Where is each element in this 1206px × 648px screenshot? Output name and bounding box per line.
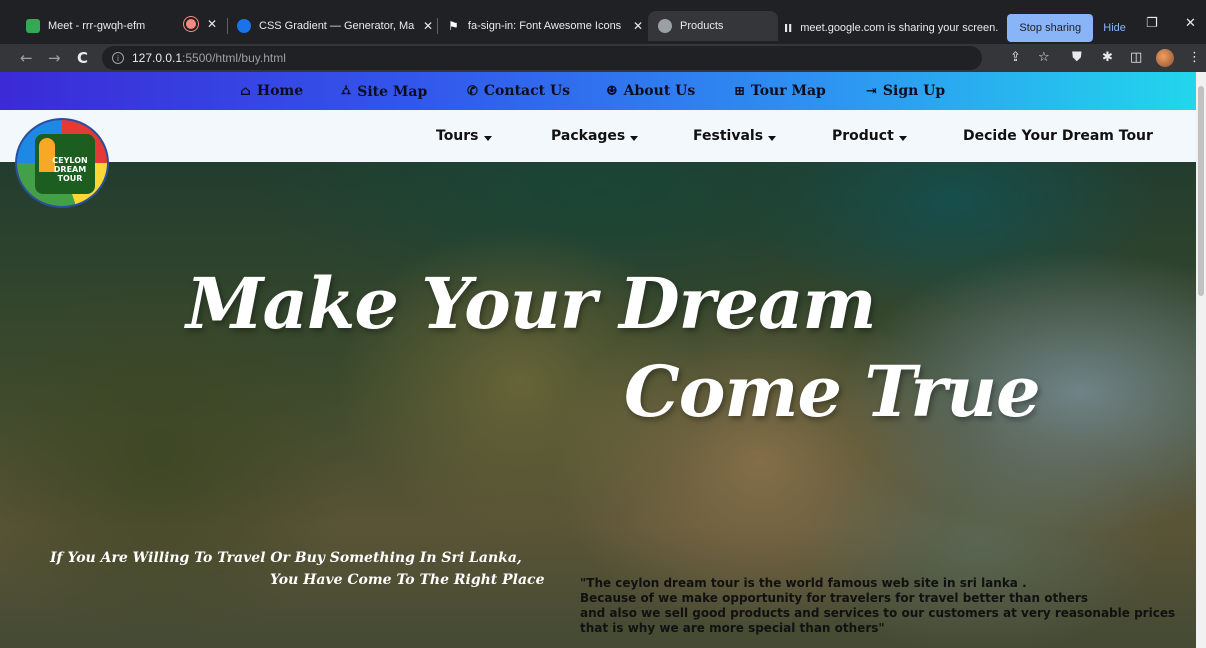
pause-icon: II [784, 21, 793, 35]
tab-title: Products [680, 20, 724, 32]
forward-icon[interactable]: → [48, 48, 61, 68]
caret-down-icon [483, 135, 492, 141]
menu-label: Packages [551, 128, 626, 144]
site-info-icon[interactable]: i [112, 52, 124, 64]
hero-quote-line: Because of we make opportunity for trave… [580, 591, 1088, 605]
url-path: :5500/html/buy.html [182, 51, 286, 65]
tab-products[interactable]: Products [648, 11, 778, 41]
restore-window-icon[interactable]: ❐ [1146, 16, 1158, 31]
url-host: 127.0.0.1 [132, 51, 183, 65]
hero-heading-line1: Make Your Dream [186, 262, 877, 345]
tab-title: CSS Gradient — Generator, Make [259, 20, 415, 32]
tab-close-icon[interactable]: ✕ [633, 19, 643, 33]
flag-icon: ⚑ [448, 19, 459, 33]
map-icon: ⊞ [734, 83, 745, 99]
browser-tab-strip: Meet - rrr-gwqh-efm ✕ CSS Gradient — Gen… [0, 0, 1206, 44]
close-window-icon[interactable]: ✕ [1185, 16, 1196, 31]
hero-quote: "The ceylon dream tour is the world famo… [580, 576, 1190, 636]
bookmark-star-icon[interactable]: ☆ [1038, 50, 1050, 66]
stop-sharing-button[interactable]: Stop sharing [1007, 14, 1094, 42]
hero-quote-line: that is why we are more special than oth… [580, 621, 885, 635]
hero-tagline-line1: If You Are Willing To Travel Or Buy Some… [50, 550, 522, 566]
extensions-puzzle-icon[interactable]: ✱ [1102, 50, 1113, 66]
profile-avatar[interactable] [1156, 49, 1174, 67]
menu-label: Festivals [693, 128, 764, 144]
caret-down-icon [898, 135, 907, 141]
nav-link-home[interactable]: ⌂ Home [240, 83, 303, 99]
screen-share-message: meet.google.com is sharing your screen. [800, 22, 999, 34]
users-icon: ☻ [606, 83, 618, 99]
page-scrollbar[interactable] [1196, 72, 1206, 648]
menu-label: Tours [436, 128, 479, 144]
hero-heading-line2: Come True [624, 350, 1041, 433]
tab-close-icon[interactable]: ✕ [207, 17, 217, 31]
site-logo[interactable]: CEYLON DREAM TOUR [15, 118, 109, 208]
sign-in-icon: ⇥ [866, 83, 877, 99]
menu-label: Product [832, 128, 894, 144]
reload-icon[interactable]: C [77, 48, 88, 68]
nav-link-label: Home [256, 83, 304, 99]
scrollbar-thumb[interactable] [1198, 86, 1204, 296]
nav-link-label: Sign Up [882, 83, 946, 99]
browser-menu-icon[interactable]: ⋮ [1188, 50, 1201, 66]
menu-festivals[interactable]: Festivals [693, 128, 777, 144]
tab-font-awesome[interactable]: ⚑ fa-sign-in: Font Awesome Icons ✕ [448, 11, 643, 41]
nav-link-tour-map[interactable]: ⊞ Tour Map [734, 83, 826, 99]
menu-product[interactable]: Product [832, 128, 907, 144]
tab-separator [437, 18, 438, 34]
logo-text: CEYLON DREAM TOUR [52, 156, 88, 183]
back-icon[interactable]: ← [20, 48, 33, 68]
web-page: ⌂ Home ⛼ Site Map ✆ Contact Us ☻ About U… [0, 72, 1196, 648]
phone-icon: ✆ [467, 83, 478, 99]
tab-css-gradient[interactable]: CSS Gradient — Generator, Make ✕ [237, 11, 433, 41]
nav-link-label: About Us [623, 83, 696, 99]
top-navigation-bar: ⌂ Home ⛼ Site Map ✆ Contact Us ☻ About U… [0, 72, 1196, 110]
caret-down-icon [768, 135, 777, 141]
hero-quote-line: "The ceylon dream tour is the world famo… [580, 576, 1027, 590]
browser-toolbar: ← → C i 127.0.0.1 :5500/html/buy.html ⇪ … [0, 44, 1206, 72]
hide-share-bar-button[interactable]: Hide [1103, 22, 1126, 34]
menu-tours[interactable]: Tours [436, 128, 492, 144]
tab-title: fa-sign-in: Font Awesome Icons [467, 20, 622, 32]
nav-link-label: Tour Map [750, 83, 826, 99]
main-navigation-bar: Tours Packages Festivals Product Decide … [0, 110, 1196, 162]
css-gradient-icon [237, 19, 251, 33]
side-panel-icon[interactable]: ◫ [1130, 50, 1142, 66]
hero-quote-line: and also we sell good products and servi… [580, 606, 1176, 620]
nav-link-sign-up[interactable]: ⇥ Sign Up [866, 83, 945, 99]
nav-link-label: Site Map [357, 83, 428, 100]
shield-extension-icon[interactable]: ⛊ [1072, 50, 1082, 66]
globe-icon [658, 19, 672, 33]
tab-separator [227, 18, 228, 34]
caret-down-icon [630, 135, 639, 141]
google-meet-icon [26, 19, 40, 33]
tab-close-icon[interactable]: ✕ [423, 19, 433, 33]
home-icon: ⌂ [240, 83, 251, 99]
hero-banner: Make Your Dream Come True If You Are Wil… [0, 162, 1196, 648]
address-bar[interactable]: i 127.0.0.1 :5500/html/buy.html [102, 46, 982, 70]
hero-tagline-line2: You Have Come To The Right Place [270, 572, 545, 588]
menu-label: Decide Your Dream Tour [963, 128, 1153, 144]
nav-link-contact-us[interactable]: ✆ Contact Us [467, 83, 570, 99]
screen-share-bar: II meet.google.com is sharing your scree… [778, 12, 1128, 44]
menu-packages[interactable]: Packages [551, 128, 639, 144]
menu-decide-your-dream-tour[interactable]: Decide Your Dream Tour [963, 128, 1153, 144]
sitemap-icon: ⛼ [341, 83, 352, 98]
recording-icon [186, 19, 196, 29]
share-icon[interactable]: ⇪ [1010, 50, 1021, 66]
nav-link-site-map[interactable]: ⛼ Site Map [341, 83, 427, 100]
tab-meet[interactable]: Meet - rrr-gwqh-efm [26, 11, 176, 41]
nav-link-about-us[interactable]: ☻ About Us [606, 83, 695, 99]
nav-link-label: Contact Us [483, 83, 571, 99]
tab-title: Meet - rrr-gwqh-efm [48, 20, 146, 32]
